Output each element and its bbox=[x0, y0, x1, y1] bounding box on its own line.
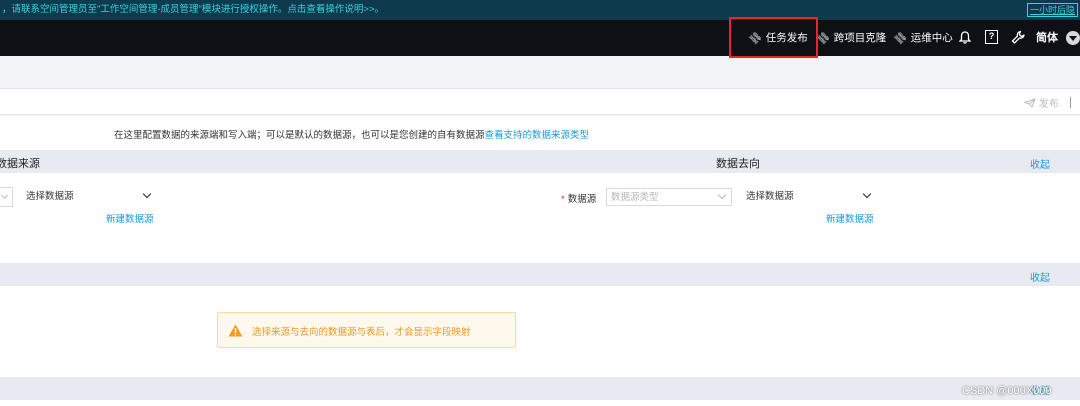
publish-toolbar: 发布 bbox=[0, 88, 1080, 115]
task-publish-label: 任务发布 bbox=[765, 32, 808, 44]
target-select-value: 选择数据源 bbox=[746, 191, 794, 202]
target-datasource-label: * 数据源 bbox=[561, 191, 596, 205]
warning-icon bbox=[228, 324, 243, 337]
target-label-text: 数据源 bbox=[567, 194, 597, 205]
description-text: 在这里配置数据的来源端和写入端；可以是默认的数据源，也可以是您创建的自有数据源查… bbox=[114, 127, 589, 141]
chevron-down-icon bbox=[142, 189, 152, 199]
cross-project-clone-label: 跨项目克隆 bbox=[833, 32, 887, 44]
collapse-button[interactable]: 收起 bbox=[1030, 269, 1050, 284]
task-publish-button[interactable]: ⛓任务发布 bbox=[748, 20, 808, 56]
bell-icon[interactable] bbox=[959, 31, 971, 44]
target-type-select[interactable]: 数据源类型 bbox=[606, 188, 732, 206]
wrench-icon[interactable] bbox=[1011, 30, 1026, 45]
mapping-warning: 选择来源与去向的数据源与表后，才会显示字段映射 bbox=[217, 312, 516, 348]
ops-center-button[interactable]: ⛓运维中心 bbox=[893, 20, 953, 56]
toolbar-divider bbox=[1070, 97, 1071, 108]
supported-sources-link[interactable]: 查看支持的数据来源类型 bbox=[485, 130, 590, 141]
target-title: 数据去向 bbox=[716, 158, 760, 170]
help-icon[interactable]: ? bbox=[985, 30, 998, 44]
chevron-down-icon bbox=[717, 190, 727, 200]
required-marker: * bbox=[561, 194, 565, 205]
target-new-datasource-link[interactable]: 新建数据源 bbox=[826, 211, 874, 225]
source-select-value: 选择数据源 bbox=[26, 191, 74, 202]
notice-bar: ，请联系空间管理员至"工作空间管理-成员管理"模块进行授权操作。点击查看操作说明… bbox=[0, 0, 1080, 20]
description-body: 在这里配置数据的来源端和写入端；可以是默认的数据源，也可以是您创建的自有数据源 bbox=[114, 130, 485, 141]
notice-text: ，请联系空间管理员至"工作空间管理-成员管理"模块进行授权操作。点击查看操作说明… bbox=[2, 4, 385, 15]
target-type-placeholder: 数据源类型 bbox=[611, 192, 659, 203]
datasource-section-header: 数据来源 数据去向 收起 bbox=[0, 150, 1080, 173]
source-title: 数据来源 bbox=[0, 158, 40, 170]
notice-hide-link[interactable]: 一小时后隐 bbox=[1026, 3, 1078, 17]
field-mapping-section-header: 收起 bbox=[0, 263, 1080, 286]
bottom-section-header: 收起 bbox=[0, 377, 1080, 400]
cross-project-clone-button[interactable]: ⛓跨项目克隆 bbox=[816, 20, 887, 56]
chevron-down-icon bbox=[862, 189, 872, 199]
warning-text: 选择来源与去向的数据源与表后，才会显示字段映射 bbox=[252, 327, 471, 338]
target-datasource-select[interactable]: 选择数据源 bbox=[742, 188, 876, 206]
paper-plane-icon bbox=[1023, 98, 1036, 108]
ops-center-label: 运维中心 bbox=[910, 32, 953, 44]
watermark: CSDN @000X000 bbox=[962, 385, 1052, 397]
collapse-button[interactable]: 收起 bbox=[1030, 156, 1050, 171]
source-datasource-select[interactable]: 选择数据源 bbox=[22, 188, 156, 206]
source-new-datasource-link[interactable]: 新建数据源 bbox=[106, 211, 154, 225]
publish-button[interactable]: 发布 bbox=[1023, 95, 1059, 110]
publish-label: 发布 bbox=[1038, 99, 1059, 110]
language-switch[interactable]: 简体 bbox=[1036, 20, 1058, 56]
chevron-down-icon[interactable] bbox=[1066, 31, 1080, 45]
source-type-select[interactable] bbox=[0, 187, 13, 207]
